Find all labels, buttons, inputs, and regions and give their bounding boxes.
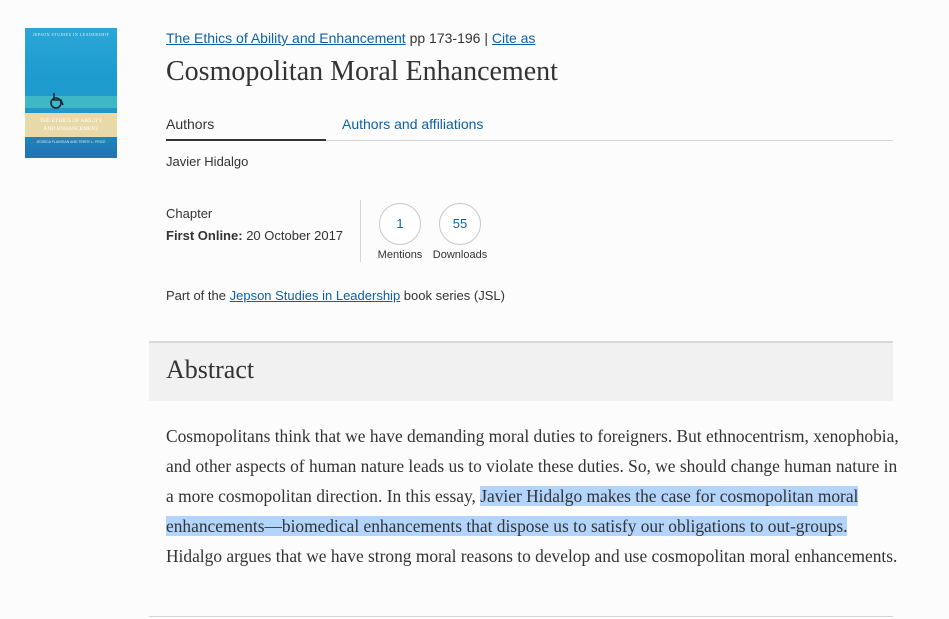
cite-as-link[interactable]: Cite as xyxy=(492,30,536,46)
first-online-date: 20 October 2017 xyxy=(246,228,344,243)
cover-sea xyxy=(25,96,117,108)
series-link[interactable]: Jepson Studies in Leadership xyxy=(230,288,401,303)
author-name[interactable]: Javier Hidalgo xyxy=(166,154,248,169)
first-online-label: First Online: xyxy=(166,228,243,243)
abstract-heading: Abstract xyxy=(166,355,255,384)
abstract-header: Abstract xyxy=(149,341,893,401)
downloads-count[interactable]: 55 xyxy=(439,203,481,245)
section-divider xyxy=(149,616,893,617)
mentions-metric[interactable]: 1 Mentions xyxy=(374,203,426,261)
book-link[interactable]: The Ethics of Ability and Enhancement xyxy=(166,30,406,46)
page-range: pp 173-196 xyxy=(409,30,481,46)
meta-separator: | xyxy=(484,30,488,46)
cover-title-line1: THE ETHICS OF ABILITY xyxy=(39,118,103,124)
downloads-label: Downloads xyxy=(432,249,488,261)
cover-series-text: JEPSON STUDIES IN LEADERSHIP xyxy=(32,32,110,37)
series-prefix: Part of the xyxy=(166,288,226,303)
first-online: First Online: 20 October 2017 xyxy=(166,225,343,247)
mentions-count[interactable]: 1 xyxy=(379,203,421,245)
abstract-text: Cosmopolitans think that we have demandi… xyxy=(166,421,901,571)
tab-authors-and-affiliations[interactable]: Authors and affiliations xyxy=(342,116,483,139)
tab-authors[interactable]: Authors xyxy=(166,116,326,141)
content-type: Chapter xyxy=(166,206,213,221)
page-title: Cosmopolitan Moral Enhancement xyxy=(166,56,558,87)
chapter-info: Chapter First Online: 20 October 2017 xyxy=(166,203,343,247)
cover-title-line2: AND ENHANCEMENT xyxy=(43,126,99,132)
chapter-meta: The Ethics of Ability and Enhancement pp… xyxy=(166,30,535,46)
downloads-metric[interactable]: 55 Downloads xyxy=(430,203,490,261)
cover-title: THE ETHICS OF ABILITY AND ENHANCEMENT xyxy=(25,113,117,137)
author-tabs: Authors Authors and affiliations xyxy=(166,116,893,141)
mentions-label: Mentions xyxy=(377,249,423,261)
metrics-divider xyxy=(360,200,361,262)
series-suffix: book series (JSL) xyxy=(403,288,505,303)
wheelchair-icon xyxy=(50,93,64,109)
cover-editors: JESSICA FLANIGAN AND TERRY L. PRICE xyxy=(36,140,106,144)
abstract-text-after: Hidalgo argues that we have strong moral… xyxy=(166,546,898,566)
book-cover-image[interactable]: JEPSON STUDIES IN LEADERSHIP THE ETHICS … xyxy=(25,28,117,158)
book-series-line: Part of the Jepson Studies in Leadership… xyxy=(166,288,505,303)
